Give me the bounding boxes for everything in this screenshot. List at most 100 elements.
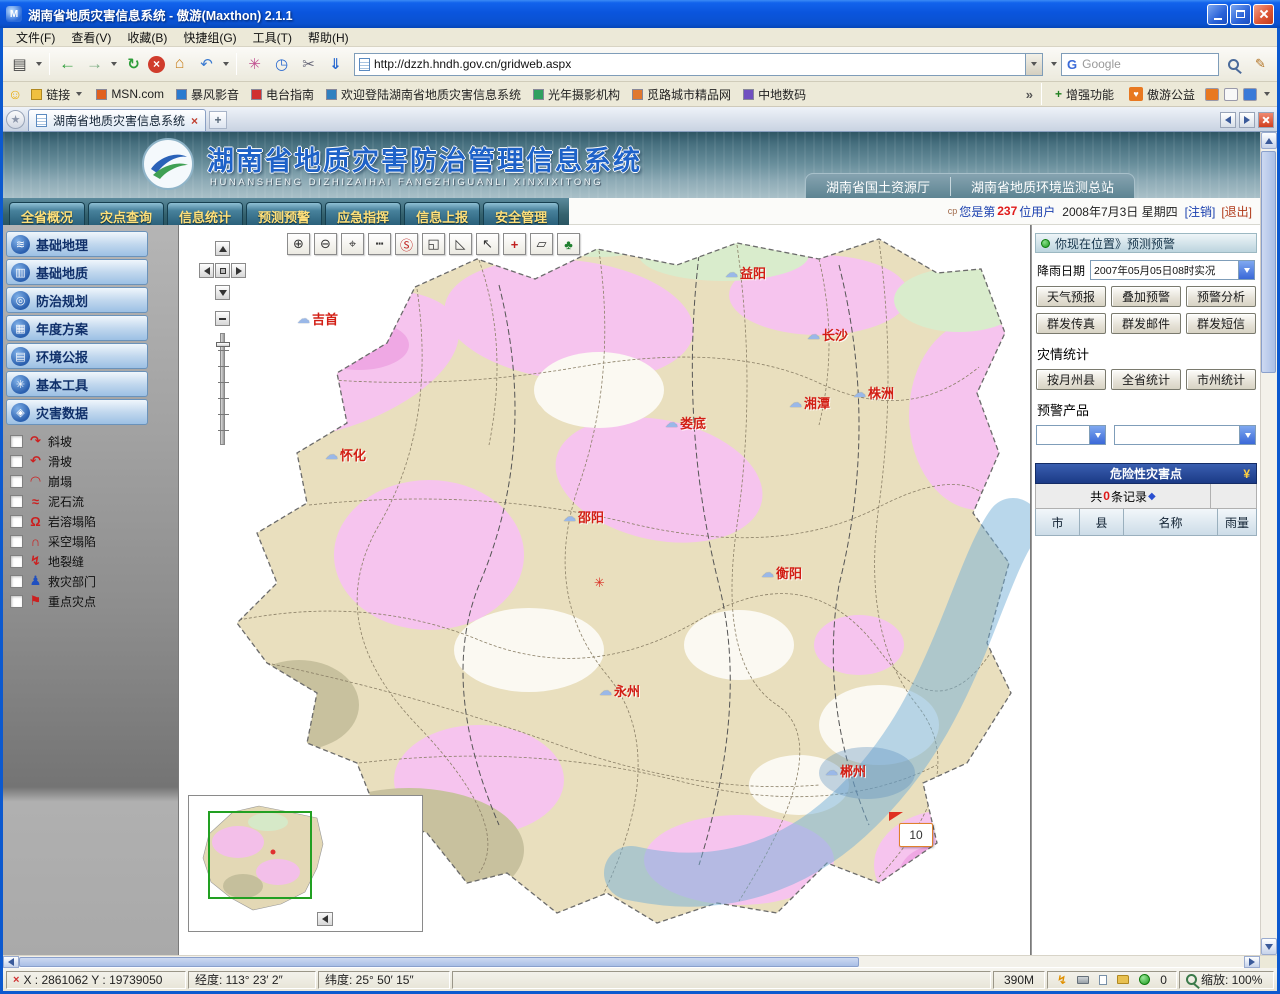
tab-scroll-left-button[interactable] [1220,112,1236,128]
undo-dropdown-icon[interactable] [223,62,229,66]
email-broadcast-button[interactable]: 群发邮件 [1111,313,1181,334]
sidebar-item-disaster-data[interactable]: ◈灾害数据 [6,399,148,425]
address-bar[interactable]: http://dzzh.hndh.gov.cn/gridweb.aspx [354,53,1043,76]
zoom-out-button[interactable]: ⊖ [314,233,337,255]
warning-flag-marker[interactable]: 10 [899,823,933,847]
overflow-chevron-icon[interactable]: » [1026,87,1033,102]
sidebar-item-prevention-plan[interactable]: ◎防治规划 [6,287,148,313]
dropdown-arrow-icon[interactable] [1238,261,1254,279]
select-box-button[interactable]: ◱ [422,233,445,255]
measure-button[interactable]: ┅ [368,233,391,255]
column-county[interactable]: 县 [1080,509,1124,535]
product-select-1[interactable] [1036,425,1106,445]
sidebar-item-basic-tools[interactable]: ✳基本工具 [6,371,148,397]
maxthon-badge-icon[interactable] [1205,88,1219,101]
refresh-button[interactable]: ↻ [121,52,146,77]
fax-broadcast-button[interactable]: 群发传真 [1036,313,1106,334]
layer-checkbox[interactable] [10,475,23,488]
clear-selection-button[interactable]: ◺ [449,233,472,255]
menu-groups[interactable]: 快捷组(G) [176,28,243,47]
tab-emergency-command[interactable]: 应急指挥 [325,202,401,225]
printer-icon[interactable] [1077,976,1089,984]
tab-scroll-right-button[interactable] [1239,112,1255,128]
scroll-up-button[interactable] [1261,132,1277,149]
scroll-thumb[interactable] [1261,151,1276,373]
rain-date-select[interactable]: 2007年05月05日08时实况 [1090,260,1255,280]
stop-button[interactable]: × [148,56,165,73]
home-button[interactable]: ⌂ [167,52,192,77]
download-button[interactable]: ⇓ [323,52,348,77]
tab-province-overview[interactable]: 全省概况 [9,202,85,225]
layer-checkbox[interactable] [10,455,23,468]
close-tab-button[interactable] [1258,112,1274,128]
enhance-button[interactable]: +增强功能 [1050,84,1119,105]
search-icon[interactable] [1228,59,1239,70]
overview-collapse-button[interactable] [317,912,333,926]
search-placeholder[interactable]: Google [1082,57,1213,71]
city-stats-button[interactable]: 市州统计 [1186,369,1256,390]
layer-checkbox[interactable] [10,595,23,608]
scroll-right-button[interactable] [1244,956,1260,968]
add-point-button[interactable]: + [503,233,526,255]
vegetation-button[interactable]: ♣ [557,233,580,255]
menu-tools[interactable]: 工具(T) [246,28,299,47]
zoom-slider[interactable] [220,333,225,445]
address-url[interactable]: http://dzzh.hndh.gov.cn/gridweb.aspx [374,57,1021,71]
page-status-icon[interactable] [1099,975,1107,985]
tab-info-statistics[interactable]: 信息统计 [167,202,243,225]
tab-site-query[interactable]: 灾点查询 [88,202,164,225]
province-stats-button[interactable]: 全省统计 [1111,369,1181,390]
layer-checkbox[interactable] [10,435,23,448]
menu-help[interactable]: 帮助(H) [301,28,356,47]
select-button[interactable]: Ⓢ [395,233,418,255]
exit-link[interactable]: [退出] [1221,203,1252,220]
tab-security-management[interactable]: 安全管理 [483,202,559,225]
highlight-button[interactable]: ✎ [1248,52,1273,77]
pan-left-button[interactable] [199,263,214,278]
charity-button[interactable]: ♥傲游公益 [1124,84,1200,105]
monthly-county-stats-button[interactable]: 按月州县 [1036,369,1106,390]
address-options-icon[interactable] [1051,62,1057,66]
search-box[interactable]: G Google [1061,53,1219,76]
folder-icon[interactable] [1117,975,1129,984]
history-dropdown-icon[interactable] [111,62,117,66]
product-select-2[interactable] [1114,425,1256,445]
column-name[interactable]: 名称 [1124,509,1218,535]
maximize-button[interactable] [1230,4,1251,25]
back-button[interactable]: ← [55,52,80,77]
zoom-minus-button[interactable] [215,311,230,326]
link-photo[interactable]: 光年摄影机构 [528,84,625,105]
history-button[interactable]: ◷ [269,52,294,77]
favorites-star-icon[interactable]: ★ [6,110,25,129]
new-tab-button[interactable]: + [209,111,227,129]
center-map-button[interactable] [215,263,230,278]
sidebar-item-base-geography[interactable]: ≋基础地理 [6,231,148,257]
link-zhongdi[interactable]: 中地数码 [738,84,811,105]
tab-close-icon[interactable]: × [191,114,198,128]
link-baofeng[interactable]: 暴风影音 [171,84,244,105]
new-page-dropdown-icon[interactable] [36,62,42,66]
scroll-down-button[interactable] [1261,938,1277,955]
layer-checkbox[interactable] [10,515,23,528]
menu-favorites[interactable]: 收藏(B) [120,28,174,47]
scroll-thumb[interactable] [19,957,859,967]
plugins-button[interactable]: ✳ [242,52,267,77]
scroll-track[interactable] [1261,149,1277,938]
pan-down-button[interactable] [215,285,230,300]
card-icon[interactable] [1224,88,1238,101]
snapshot-button[interactable]: ✂ [296,52,321,77]
filter-status-icon[interactable] [1139,974,1150,985]
smiley-icon[interactable]: ☺ [8,86,22,102]
zoom-in-button[interactable]: ⊕ [287,233,310,255]
more-options-icon[interactable] [1264,92,1270,96]
sms-broadcast-button[interactable]: 群发短信 [1186,313,1256,334]
column-city[interactable]: 市 [1036,509,1080,535]
link-welcome[interactable]: 欢迎登陆湖南省地质灾害信息系统 [321,84,526,105]
layer-checkbox[interactable] [10,495,23,508]
menu-view[interactable]: 查看(V) [64,28,118,47]
pan-button[interactable]: ⌖ [341,233,364,255]
pan-right-button[interactable] [231,263,246,278]
link-land-resources[interactable]: 湖南省国土资源厅 [806,177,950,196]
horizontal-scrollbar[interactable] [3,955,1277,967]
link-msn[interactable]: MSN.com [91,85,169,103]
